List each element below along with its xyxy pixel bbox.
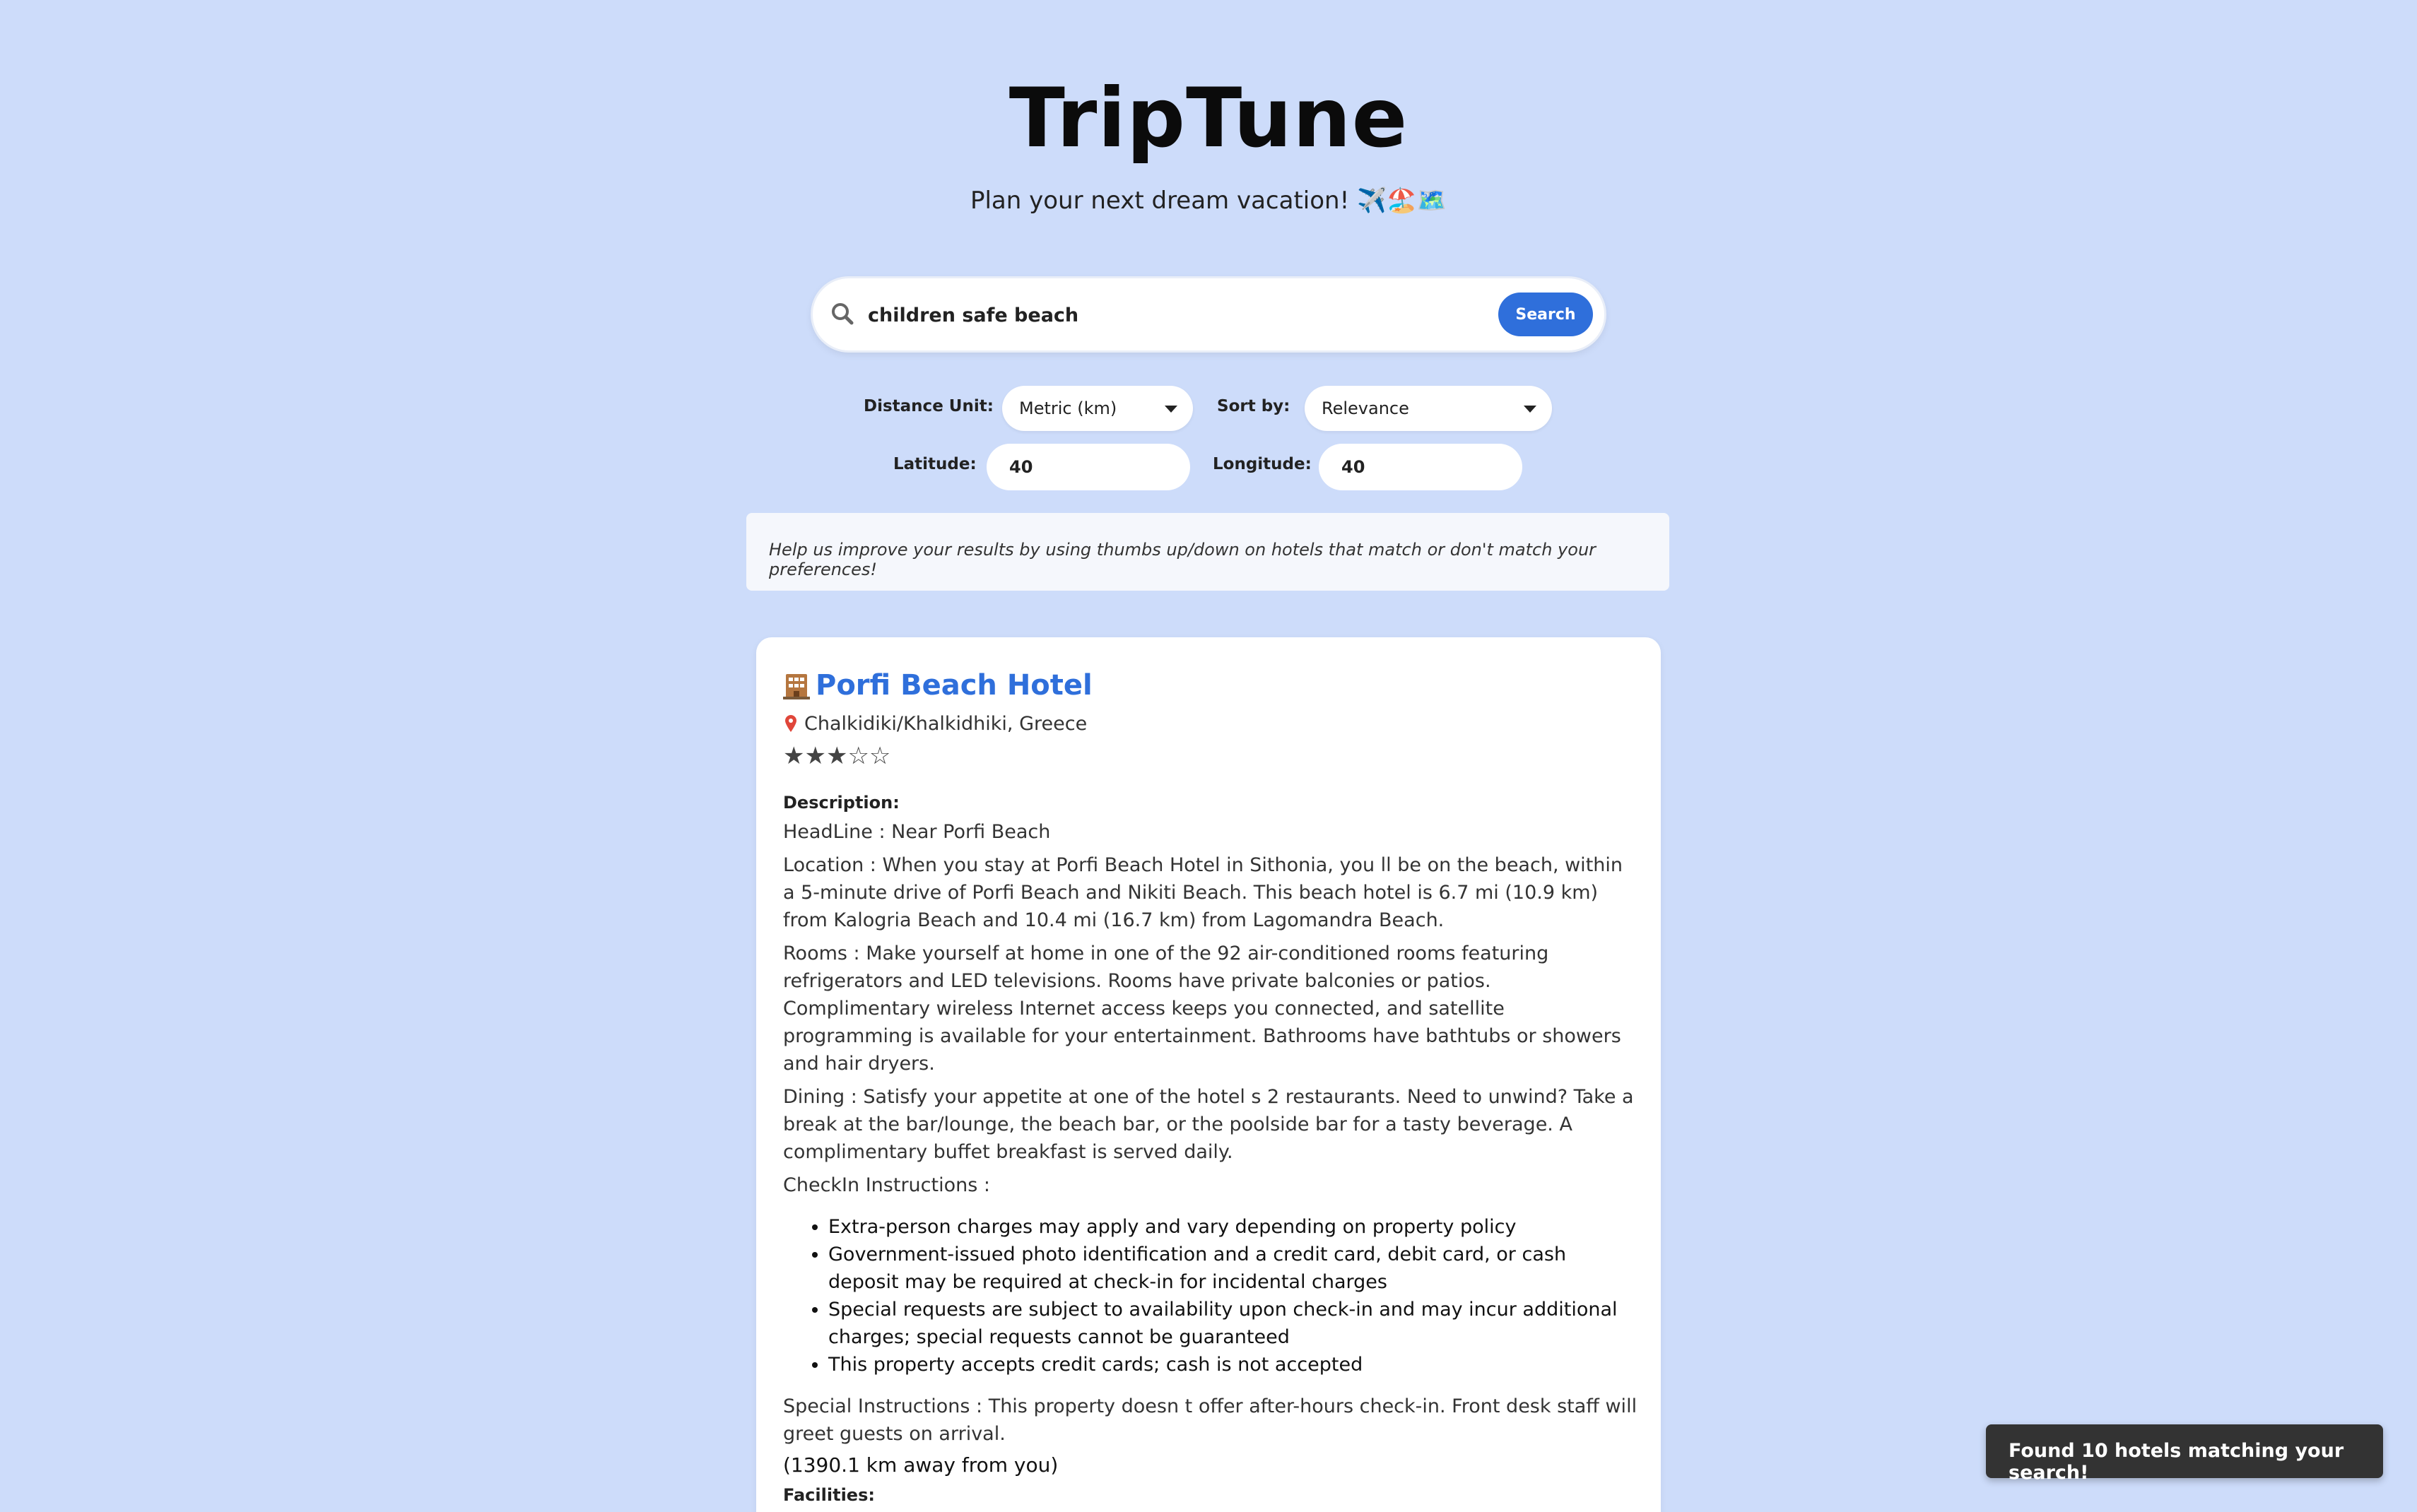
- facilities-label: Facilities:: [783, 1485, 875, 1505]
- distance-text: (1390.1 km away from you): [783, 1453, 1059, 1477]
- longitude-label: Longitude:: [1213, 455, 1312, 473]
- sort-by-value: Relevance: [1322, 398, 1409, 418]
- description-label: Description:: [783, 793, 900, 813]
- checkin-label: CheckIn Instructions :: [783, 1174, 990, 1196]
- longitude-input[interactable]: [1319, 444, 1522, 490]
- hotel-card: Porfi Beach Hotel Chalkidiki/Khalkidhiki…: [756, 637, 1661, 1512]
- special-instructions: Special Instructions : This property doe…: [783, 1395, 1637, 1445]
- app-subtitle: Plan your next dream vacation! ✈️🏖️🗺️: [970, 187, 1447, 215]
- star-rating: ★★★☆☆: [783, 742, 891, 770]
- distance-unit-select[interactable]: Metric (km): [1002, 386, 1193, 431]
- page: TripTune Plan your next dream vacation! …: [0, 0, 2417, 1512]
- toast-text: Found 10 hotels matching your search!: [2009, 1440, 2344, 1484]
- feedback-notice: Help us improve your results by using th…: [746, 513, 1669, 591]
- list-item: This property accepts credit cards; cash…: [828, 1351, 1638, 1378]
- chevron-down-icon: [1165, 406, 1177, 413]
- search-button[interactable]: Search: [1498, 293, 1593, 336]
- list-item: Government-issued photo identification a…: [828, 1241, 1638, 1296]
- hotel-location: Chalkidiki/Khalkidhiki, Greece: [783, 711, 1638, 736]
- hotel-title-row: Porfi Beach Hotel: [783, 666, 1638, 705]
- search-icon: [832, 303, 854, 325]
- hotel-icon: [783, 674, 810, 699]
- hotel-name-link[interactable]: Porfi Beach Hotel: [816, 669, 1093, 702]
- toast-notification: Found 10 hotels matching your search!: [1986, 1424, 2383, 1484]
- description-location: Location : When you stay at Porfi Beach …: [783, 854, 1623, 931]
- sort-by-select[interactable]: Relevance: [1305, 386, 1552, 431]
- search-bar: Search: [813, 278, 1604, 350]
- search-input[interactable]: [866, 295, 1435, 335]
- description-headline: HeadLine : Near Porfi Beach: [783, 821, 1051, 843]
- distance-unit-label: Distance Unit:: [864, 397, 994, 415]
- description-rooms: Rooms : Make yourself at home in one of …: [783, 943, 1621, 1075]
- distance-unit-value: Metric (km): [1019, 398, 1117, 418]
- hotel-card-content: Porfi Beach Hotel Chalkidiki/Khalkidhiki…: [783, 666, 1638, 1505]
- app-title: TripTune: [1008, 71, 1409, 166]
- chevron-down-icon: [1524, 406, 1536, 413]
- latitude-label: Latitude:: [893, 455, 977, 473]
- sort-by-label: Sort by:: [1217, 397, 1290, 415]
- checkin-list: Extra-person charges may apply and vary …: [783, 1213, 1638, 1378]
- list-item: Extra-person charges may apply and vary …: [828, 1213, 1638, 1241]
- map-pin-icon: [785, 715, 796, 732]
- description-dining: Dining : Satisfy your appetite at one of…: [783, 1086, 1634, 1163]
- latitude-input[interactable]: [987, 444, 1190, 490]
- hotel-location-text: Chalkidiki/Khalkidhiki, Greece: [804, 712, 1088, 735]
- feedback-notice-text: Help us improve your results by using th…: [769, 540, 1596, 579]
- list-item: Special requests are subject to availabi…: [828, 1296, 1638, 1351]
